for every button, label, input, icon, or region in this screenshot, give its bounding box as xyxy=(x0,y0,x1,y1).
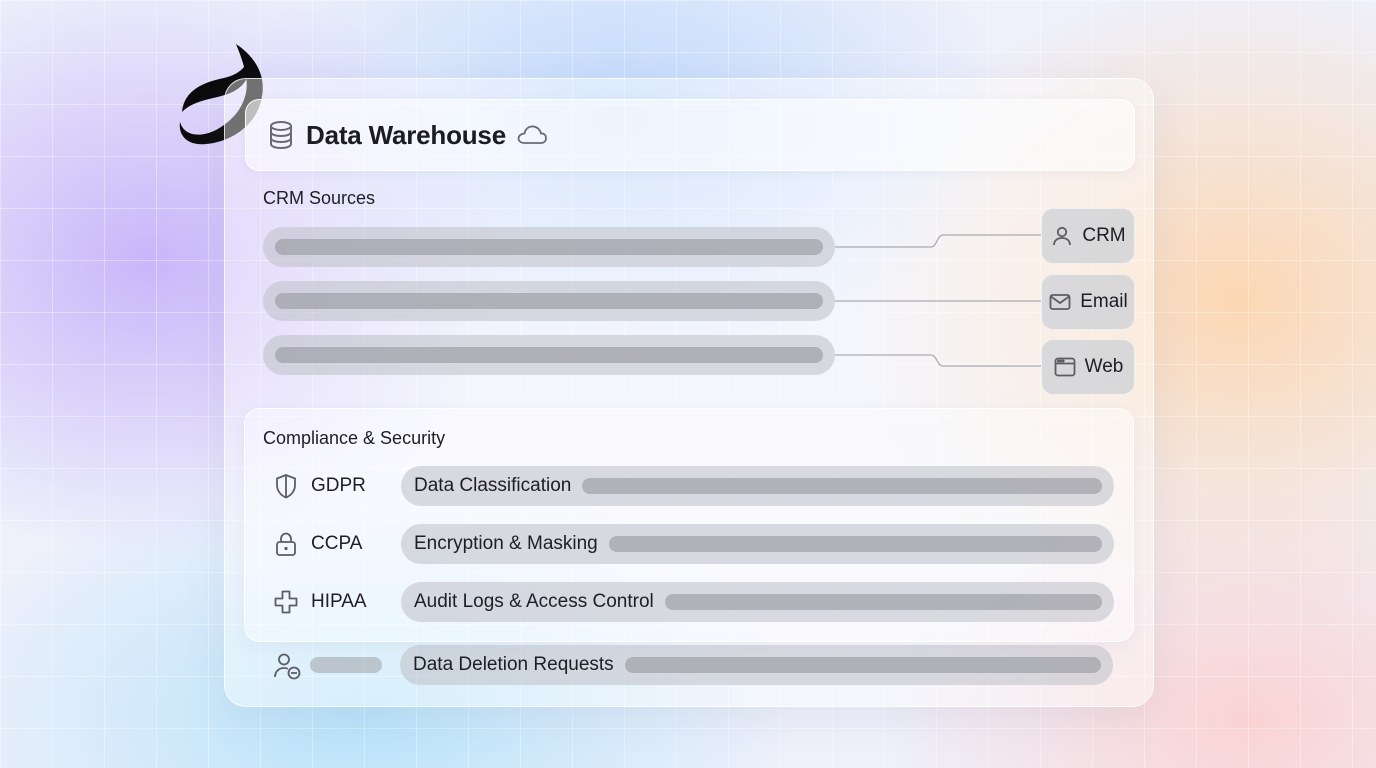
control-label: Encryption & Masking xyxy=(414,533,598,554)
channel-chip-web[interactable]: Web xyxy=(1041,339,1135,395)
control-progress-bar xyxy=(624,657,1101,673)
control-label: Data Deletion Requests xyxy=(413,654,614,675)
control-progress-bar xyxy=(582,478,1102,494)
source-progress-bar xyxy=(275,239,823,255)
compliance-row-gdpr: GDPR Data Classification xyxy=(245,465,1133,507)
medical-cross-icon xyxy=(274,590,298,614)
channel-label: Email xyxy=(1080,291,1128,312)
source-progress-bar xyxy=(275,347,823,363)
control-data-deletion-requests[interactable]: Data Deletion Requests xyxy=(400,645,1113,685)
lock-icon xyxy=(276,532,296,556)
connector-line-web xyxy=(835,354,1041,367)
deletion-requests-row: Data Deletion Requests xyxy=(244,644,1132,686)
channel-chip-crm[interactable]: CRM xyxy=(1041,208,1135,264)
mail-icon xyxy=(1049,294,1071,310)
channel-label: CRM xyxy=(1082,225,1126,246)
data-warehouse-card: Data Warehouse CRM Sources CRM Email Web… xyxy=(224,78,1154,707)
channel-label: Web xyxy=(1084,356,1124,377)
compliance-row-hipaa: HIPAA Audit Logs & Access Control xyxy=(245,581,1133,623)
control-progress-bar xyxy=(608,536,1102,552)
regulation-label: GDPR xyxy=(311,475,366,496)
warehouse-header: Data Warehouse xyxy=(245,99,1135,171)
control-encryption-masking[interactable]: Encryption & Masking xyxy=(401,524,1114,564)
connector-line-crm xyxy=(835,234,1041,248)
browser-window-icon xyxy=(1054,357,1076,377)
web-source-bar xyxy=(263,335,835,375)
control-data-classification[interactable]: Data Classification xyxy=(401,466,1114,506)
control-progress-bar xyxy=(664,594,1102,610)
control-audit-logs-access[interactable]: Audit Logs & Access Control xyxy=(401,582,1114,622)
user-icon xyxy=(1053,226,1072,246)
regulation-label: HIPAA xyxy=(311,591,367,612)
crm-sources-title: CRM Sources xyxy=(263,188,376,208)
regulation-label: CCPA xyxy=(311,533,363,554)
crm-source-bar xyxy=(263,227,835,267)
user-remove-icon xyxy=(274,653,301,680)
compliance-row-ccpa: CCPA Encryption & Masking xyxy=(245,523,1133,565)
shield-icon xyxy=(276,474,296,499)
cloud-icon xyxy=(517,125,547,144)
database-icon xyxy=(270,121,292,150)
compliance-title: Compliance & Security xyxy=(263,428,446,448)
source-progress-bar xyxy=(275,293,823,309)
page-title: Data Warehouse xyxy=(306,119,506,150)
channel-chip-email[interactable]: Email xyxy=(1041,274,1135,330)
requester-placeholder-bar xyxy=(310,657,382,673)
compliance-panel: Compliance & Security GDPR Data Classifi… xyxy=(244,408,1134,642)
control-label: Audit Logs & Access Control xyxy=(414,591,654,612)
email-source-bar xyxy=(263,281,835,321)
control-label: Data Classification xyxy=(414,475,572,496)
